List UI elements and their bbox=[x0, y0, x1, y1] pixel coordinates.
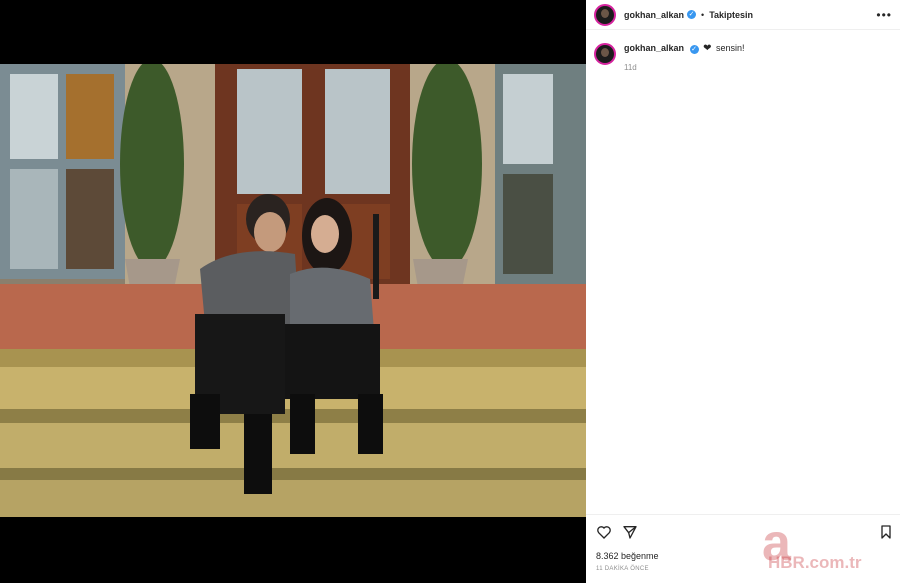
send-icon[interactable] bbox=[622, 524, 638, 540]
post-photo[interactable] bbox=[0, 64, 586, 517]
caption-text: sensin! bbox=[715, 43, 745, 53]
caption-body: gokhan_alkan ✓ ❤ sensin! 11d bbox=[624, 43, 745, 72]
caption-avatar[interactable] bbox=[594, 43, 616, 65]
verified-badge-icon: ✓ bbox=[689, 45, 699, 54]
hbr-watermark: a HBR.com.tr bbox=[762, 514, 862, 572]
separator: • bbox=[701, 9, 705, 20]
black-heart-icon: ❤ bbox=[703, 43, 712, 54]
post-sidebar: gokhan_alkan ✓ • Takiptesin ••• gokhan_a… bbox=[586, 0, 900, 583]
media-pane bbox=[0, 0, 586, 583]
posted-ago: 11 DAKİKA ÖNCE bbox=[596, 566, 649, 572]
likes-count[interactable]: 8.362 beğenme bbox=[596, 551, 659, 561]
watermark-text: HBR.com.tr bbox=[768, 553, 862, 572]
follow-status-button[interactable]: Takiptesin bbox=[709, 10, 753, 20]
caption: gokhan_alkan ✓ ❤ sensin! 11d bbox=[586, 30, 900, 72]
profile-avatar[interactable] bbox=[594, 3, 616, 26]
caption-username[interactable]: gokhan_alkan bbox=[624, 43, 684, 53]
caption-time[interactable]: 11d bbox=[624, 63, 745, 72]
more-options-icon[interactable]: ••• bbox=[876, 8, 892, 22]
verified-badge-icon: ✓ bbox=[687, 10, 697, 19]
post-header: gokhan_alkan ✓ • Takiptesin ••• bbox=[586, 0, 900, 30]
photo-illustration bbox=[0, 64, 586, 517]
heart-icon[interactable] bbox=[596, 524, 612, 540]
header-username[interactable]: gokhan_alkan bbox=[624, 10, 684, 20]
